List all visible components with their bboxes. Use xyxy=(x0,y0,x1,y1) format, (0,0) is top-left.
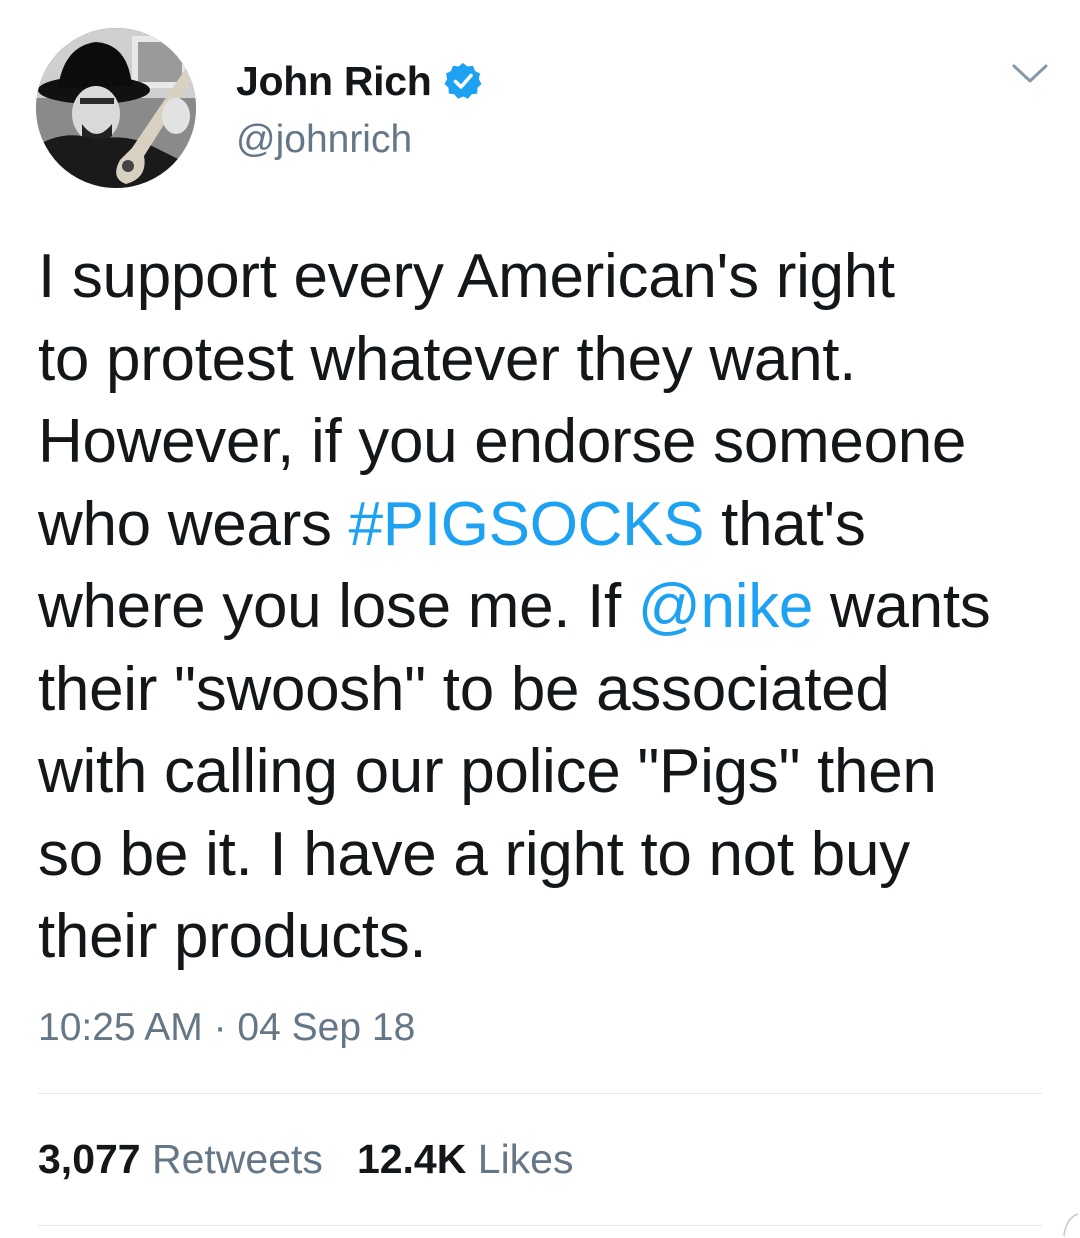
author-name-row[interactable]: John Rich xyxy=(236,56,483,106)
tweet-text-segment: wants xyxy=(813,572,991,641)
tweet-text-segment: However, if you endorse someone xyxy=(38,407,967,476)
tweet-timestamp[interactable]: 10:25 AM · 04 Sep 18 xyxy=(38,1006,415,1050)
likes-count: 12.4K xyxy=(356,1136,467,1182)
hashtag-link[interactable]: #PIGSOCKS xyxy=(349,490,705,559)
retweets-label: Retweets xyxy=(152,1136,323,1182)
retweets-stat[interactable]: 3,077 Retweets xyxy=(38,1136,323,1182)
tweet-text-segment: their products. xyxy=(38,902,427,971)
tweet-text-segment: to protest whatever they want. xyxy=(38,324,857,394)
avatar-image xyxy=(36,28,196,188)
tweet-text-line: who wears #PIGSOCKS that's xyxy=(38,484,1058,567)
tweet-text-segment: who wears xyxy=(38,489,349,559)
tweet-text-line: I support every American's right xyxy=(38,236,1058,319)
tweet-card: John Rich @johnrich I support every Amer… xyxy=(0,0,1080,1238)
tweet-text: I support every American's right to prote… xyxy=(38,236,1058,979)
tweet-text-line: their products. xyxy=(38,896,1058,979)
author-display-name[interactable]: John Rich xyxy=(236,58,432,105)
tweet-text-segment: I support every American's right xyxy=(38,242,895,311)
tweet-text-segment: their "swoosh" to be associated xyxy=(38,654,890,724)
verified-badge-icon xyxy=(444,63,482,99)
tweet-text-segment: that's xyxy=(704,489,866,559)
divider xyxy=(38,1093,1042,1094)
likes-label: Likes xyxy=(477,1136,574,1182)
author-handle[interactable]: @johnrich xyxy=(236,118,412,162)
likes-stat[interactable]: 12.4K Likes xyxy=(357,1136,574,1182)
tweet-text-line: where you lose me. If @nike wants xyxy=(38,566,1058,649)
tweet-text-line: However, if you endorse someone xyxy=(38,401,1058,484)
retweets-count: 3,077 xyxy=(38,1136,141,1182)
tweet-text-segment: where you lose me. If xyxy=(38,572,638,641)
tweet-text-line: their "swoosh" to be associated xyxy=(38,649,1058,732)
divider xyxy=(38,1225,1042,1226)
tweet-text-line: with calling our police "Pigs" then xyxy=(38,731,1058,814)
tweet-text-line: to protest whatever they want. xyxy=(38,319,1058,402)
avatar[interactable] xyxy=(36,28,196,188)
scroll-edge-icon xyxy=(1063,1213,1079,1237)
tweet-text-segment: with calling our police "Pigs" then xyxy=(38,737,937,806)
tweet-text-line: so be it. I have a right to not buy xyxy=(38,814,1058,897)
tweet-text-segment: so be it. I have a right to not buy xyxy=(38,819,910,889)
tweet-stats: 3,077 Retweets 12.4K Likes xyxy=(38,1136,573,1183)
mention-link[interactable]: @nike xyxy=(638,572,813,641)
chevron-down-icon[interactable] xyxy=(1010,62,1050,86)
